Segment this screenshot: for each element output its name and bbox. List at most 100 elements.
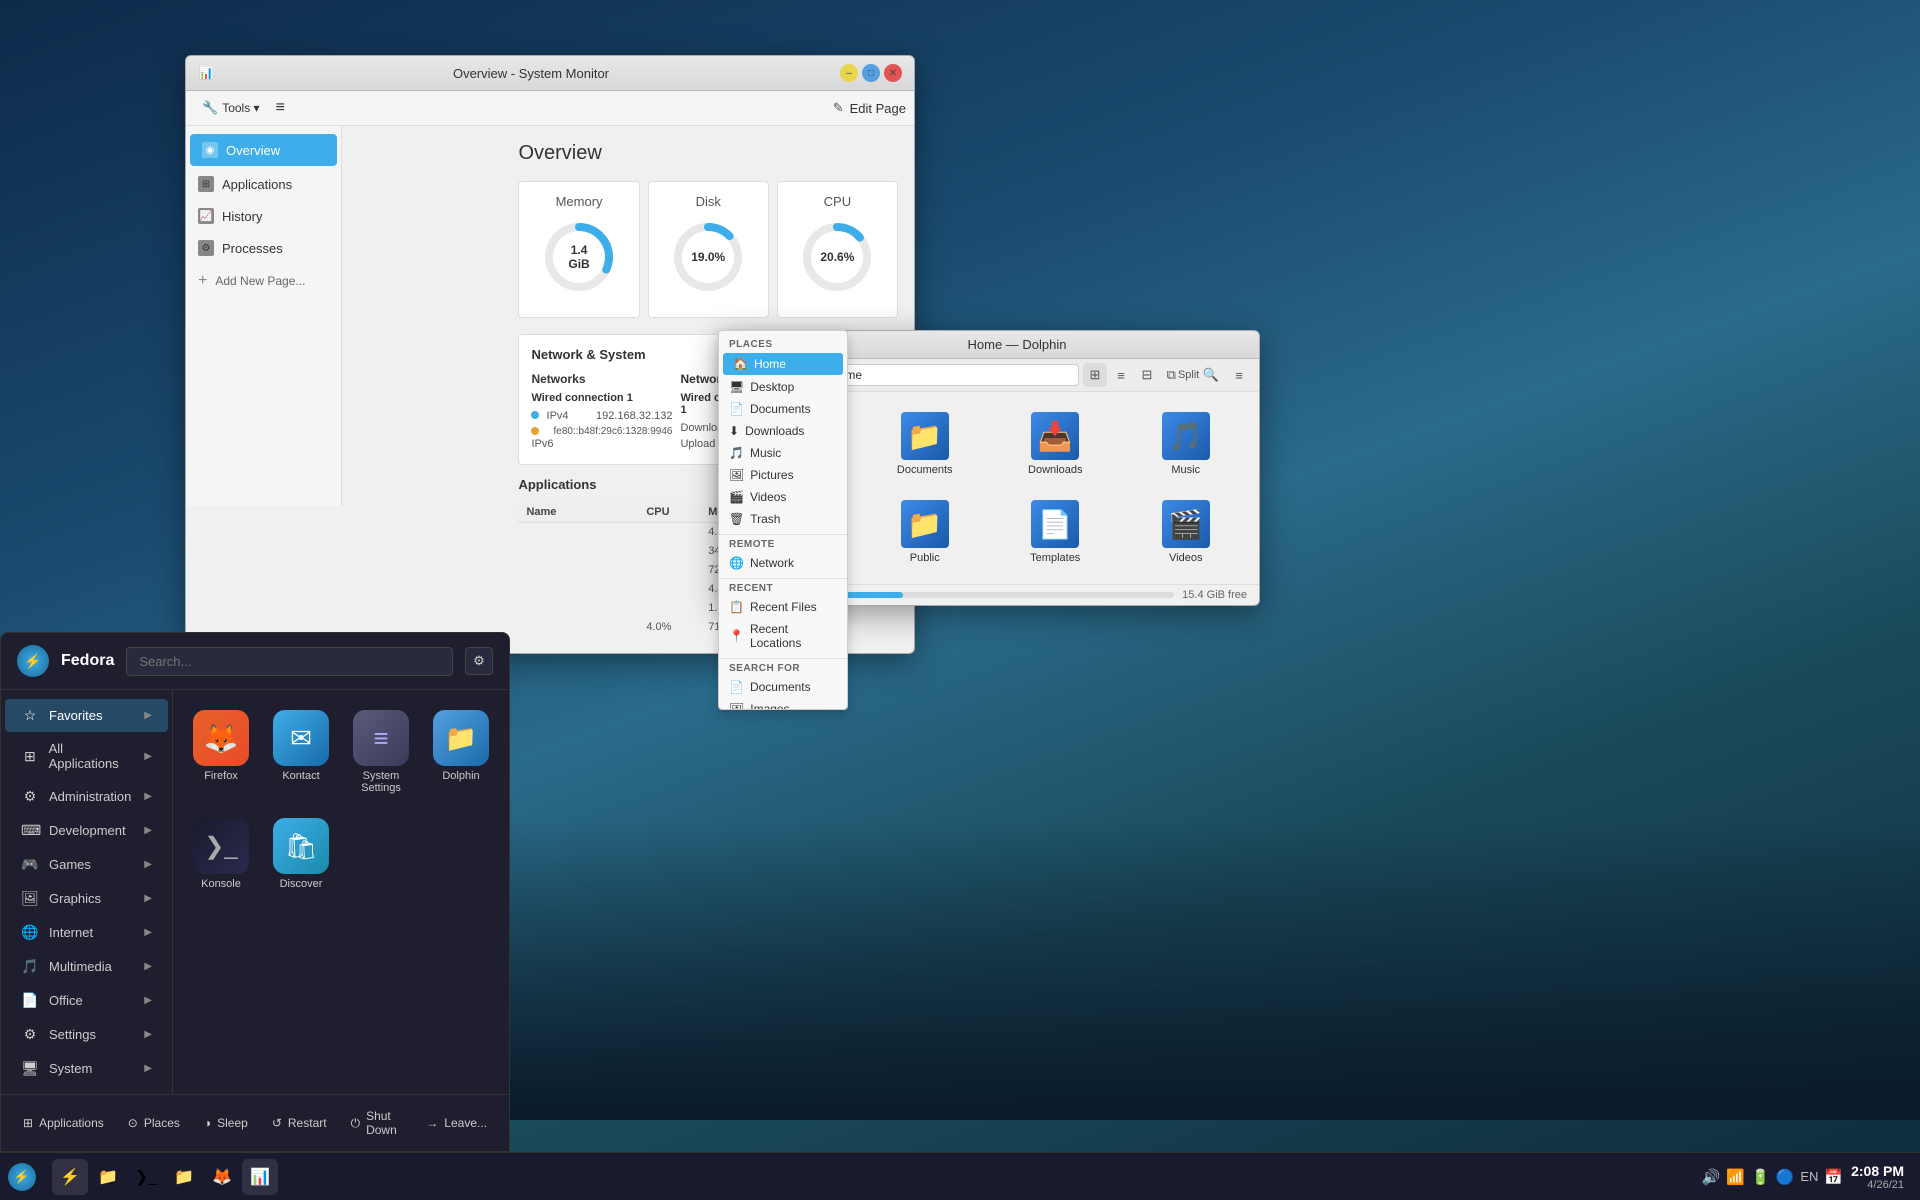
file-item-downloads[interactable]: 📥 Downloads <box>994 404 1117 484</box>
search-filter-button[interactable]: ⚙ <box>465 647 493 675</box>
app-dolphin[interactable]: 📁 Dolphin <box>425 702 497 802</box>
cpu-value: 20.6% <box>820 250 854 264</box>
sysmon-nav-overview[interactable]: ◉ Overview <box>190 134 337 166</box>
places-network-item[interactable]: 🌐 Network <box>719 552 847 574</box>
places-pictures-item[interactable]: 🖼 Pictures <box>719 464 847 486</box>
icon-view-button[interactable]: ⊞ <box>1083 363 1107 387</box>
sidebar-item-all-apps[interactable]: ⊞ All Applications ▶ <box>5 733 168 779</box>
footer-leave[interactable]: → Leave... <box>416 1110 497 1136</box>
split-label: Split <box>1178 369 1199 381</box>
sidebar-item-office[interactable]: 📄 Office ▶ <box>5 984 168 1017</box>
places-desktop-item[interactable]: 🖥 Desktop <box>719 376 847 398</box>
footer-applications[interactable]: ⊞ Applications <box>13 1110 114 1136</box>
sidebar-item-games[interactable]: 🎮 Games ▶ <box>5 848 168 881</box>
taskbar-left: ⚡ <box>0 1163 44 1191</box>
address-bar[interactable]: › Home <box>813 364 1079 386</box>
sidebar-item-development[interactable]: ⌨ Development ▶ <box>5 814 168 847</box>
discover-icon: 🛍 <box>273 818 329 874</box>
tray-icon-3[interactable]: 🔋 <box>1751 1168 1770 1186</box>
places-trash-item[interactable]: 🗑 Trash <box>719 508 847 530</box>
recent-locations-icon: 📍 <box>729 629 744 643</box>
footer-shutdown[interactable]: ⏻ Shut Down <box>341 1103 413 1143</box>
footer-apps-label: Applications <box>39 1116 104 1130</box>
sidebar-item-internet[interactable]: 🌐 Internet ▶ <box>5 916 168 949</box>
file-item-music[interactable]: 🎵 Music <box>1125 404 1248 484</box>
maximize-button[interactable]: □ <box>862 64 880 82</box>
sidebar-item-office-label: Office <box>49 993 83 1008</box>
arrow-icon-6: ▶ <box>144 893 152 904</box>
app-firefox[interactable]: 🦊 Firefox <box>185 702 257 802</box>
tray-icon-2[interactable]: 📶 <box>1726 1168 1745 1186</box>
hamburger-button[interactable]: ≡ <box>268 95 293 121</box>
sysmon-page-title: Overview <box>518 142 898 165</box>
sidebar-item-administration[interactable]: ⚙ Administration ▶ <box>5 780 168 813</box>
tools-menu-button[interactable]: 🔧 Tools ▾ <box>194 96 268 120</box>
taskbar-fedora-logo[interactable]: ⚡ <box>8 1163 36 1191</box>
tray-icon-1[interactable]: 🔊 <box>1702 1168 1721 1186</box>
places-music-item[interactable]: 🎵 Music <box>719 442 847 464</box>
edit-page-button[interactable]: Edit Page <box>850 101 906 116</box>
taskbar-app-3[interactable]: ❯_ <box>128 1159 164 1195</box>
sidebar-item-multimedia-label: Multimedia <box>49 959 112 974</box>
tray-icon-4[interactable]: 🔵 <box>1776 1168 1795 1186</box>
app-konsole[interactable]: ❯_ Konsole <box>185 810 257 898</box>
footer-restart[interactable]: ↺ Restart <box>262 1110 337 1136</box>
minimize-button[interactable]: – <box>840 64 858 82</box>
app-menu-content: 🦊 Firefox ✉ Kontact ≡ System Settings 📁 <box>173 690 509 1094</box>
places-videos-item[interactable]: 🎬 Videos <box>719 486 847 508</box>
taskbar-app-1[interactable]: ⚡ <box>52 1159 88 1195</box>
close-button[interactable]: ✕ <box>884 64 902 82</box>
taskbar-app-2[interactable]: 📁 <box>90 1159 126 1195</box>
dolphin-menu-button[interactable]: ≡ <box>1227 363 1251 387</box>
app-discover[interactable]: 🛍 Discover <box>265 810 337 898</box>
sysmon-nav-processes[interactable]: ⚙ Processes <box>186 232 341 264</box>
tray-icon-6[interactable]: 📅 <box>1824 1168 1843 1186</box>
home-icon: 🏠 <box>733 357 748 371</box>
file-item-videos[interactable]: 🎬 Videos <box>1125 492 1248 572</box>
file-item-documents[interactable]: 📁 Documents <box>864 404 987 484</box>
disk-donut: 19.0% <box>668 217 748 297</box>
footer-places[interactable]: ⊙ Places <box>118 1110 190 1136</box>
places-home-item[interactable]: 🏠 Home <box>723 353 843 375</box>
app-settings[interactable]: ≡ System Settings <box>345 702 417 802</box>
dev-icon: ⌨ <box>21 822 39 839</box>
search-documents-item[interactable]: 📄 Documents <box>719 676 847 698</box>
taskbar-clock[interactable]: 2:08 PM 4/26/21 <box>1851 1163 1904 1191</box>
file-item-public[interactable]: 📁 Public <box>864 492 987 572</box>
sysmon-toolbar: 🔧 Tools ▾ ≡ ✎ Edit Page <box>186 91 914 126</box>
taskbar-apps: ⚡ 📁 ❯_ 📁 🦊 📊 <box>44 1159 286 1195</box>
list-view-button[interactable]: ≡ <box>1109 363 1133 387</box>
search-images-item[interactable]: 🖼 Images <box>719 698 847 710</box>
sysmon-nav-history[interactable]: 📈 History <box>186 200 341 232</box>
compact-view-button[interactable]: ⊟ <box>1135 363 1159 387</box>
app-kontact[interactable]: ✉ Kontact <box>265 702 337 802</box>
taskbar-app-4[interactable]: 📁 <box>166 1159 202 1195</box>
taskbar-app-6[interactable]: 📊 <box>242 1159 278 1195</box>
file-item-templates[interactable]: 📄 Templates <box>994 492 1117 572</box>
split-button[interactable]: ⧉ Split <box>1171 363 1195 387</box>
recent-files-item[interactable]: 📋 Recent Files <box>719 596 847 618</box>
footer-shutdown-label: Shut Down <box>366 1109 402 1137</box>
app-konsole-label: Konsole <box>201 878 241 890</box>
tray-icon-5[interactable]: EN <box>1800 1169 1818 1184</box>
sidebar-item-settings[interactable]: ⚙ Settings ▶ <box>5 1018 168 1051</box>
search-input[interactable] <box>126 647 453 676</box>
sidebar-item-multimedia[interactable]: 🎵 Multimedia ▶ <box>5 950 168 983</box>
sidebar-item-system[interactable]: 🖥 System ▶ <box>5 1052 168 1085</box>
footer-sleep[interactable]: ◑ Sleep <box>194 1110 258 1136</box>
taskbar-app-5[interactable]: 🦊 <box>204 1159 240 1195</box>
taskbar-icon-2: 📁 <box>98 1167 118 1187</box>
app-firefox-label: Firefox <box>204 770 238 782</box>
places-downloads-item[interactable]: ⬇ Downloads <box>719 420 847 442</box>
sysmon-nav-applications[interactable]: ⊞ Applications <box>186 168 341 200</box>
shutdown-footer-icon: ⏻ <box>351 1116 361 1131</box>
places-footer-icon: ⊙ <box>128 1116 138 1130</box>
arrow-icon-4: ▶ <box>144 825 152 836</box>
disk-title: Disk <box>661 194 756 209</box>
recent-locations-item[interactable]: 📍 Recent Locations <box>719 618 847 654</box>
sidebar-item-favorites[interactable]: ☆ Favorites ▶ <box>5 699 168 732</box>
places-documents-item[interactable]: 📄 Documents <box>719 398 847 420</box>
add-page-button[interactable]: + Add New Page... <box>186 264 341 298</box>
sidebar-item-graphics[interactable]: 🖼 Graphics ▶ <box>5 882 168 915</box>
dolphin-search-button[interactable]: 🔍 <box>1199 363 1223 387</box>
